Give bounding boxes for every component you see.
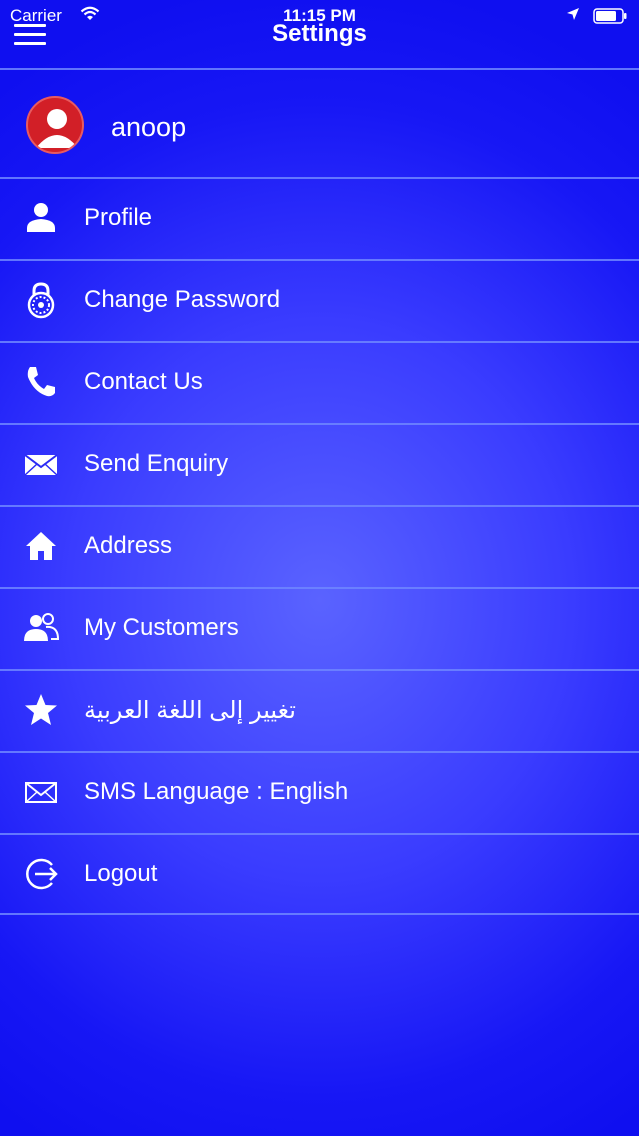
lock-icon	[27, 282, 55, 319]
person-icon	[27, 203, 55, 232]
user-profile-header[interactable]: anoop	[0, 70, 639, 178]
menu-item-label: Contact Us	[84, 368, 203, 395]
home-icon	[26, 532, 56, 560]
page-title: Settings	[272, 20, 367, 47]
menu-item-label: SMS Language : English	[84, 778, 349, 805]
menu-item-label: Change Password	[84, 286, 281, 313]
menu-item-send-enquiry[interactable]: Send Enquiry	[0, 425, 639, 505]
phone-icon	[27, 367, 55, 397]
menu-item-label: My Customers	[84, 614, 239, 641]
mail-outline-icon	[25, 782, 57, 803]
menu-item-label: تغيير إلى اللغة العربية	[84, 697, 296, 724]
user-name: anoop	[111, 112, 187, 142]
menu-item-address[interactable]: Address	[0, 507, 639, 587]
navigation-bar: Settings	[0, 0, 639, 69]
menu-item-label: Profile	[84, 204, 153, 231]
star-icon	[25, 694, 57, 725]
envelope-icon	[24, 454, 58, 476]
menu-item-label: Send Enquiry	[84, 450, 229, 477]
menu-item-my-customers[interactable]: My Customers	[0, 589, 639, 669]
menu-item-arabic-language[interactable]: تغيير إلى اللغة العربية	[0, 671, 639, 751]
users-icon	[24, 613, 60, 641]
menu-item-logout[interactable]: Logout	[0, 835, 639, 915]
menu-item-contact-us[interactable]: Contact Us	[0, 343, 639, 423]
avatar-person-icon	[36, 109, 78, 148]
divider	[0, 913, 639, 915]
menu-item-profile[interactable]: Profile	[0, 179, 639, 259]
menu-item-sms-language[interactable]: SMS Language : English	[0, 753, 639, 833]
avatar	[26, 96, 84, 154]
logout-icon	[26, 858, 58, 890]
menu-item-change-password[interactable]: Change Password	[0, 261, 639, 341]
menu-item-label: Logout	[84, 860, 158, 887]
menu-item-label: Address	[84, 532, 173, 559]
